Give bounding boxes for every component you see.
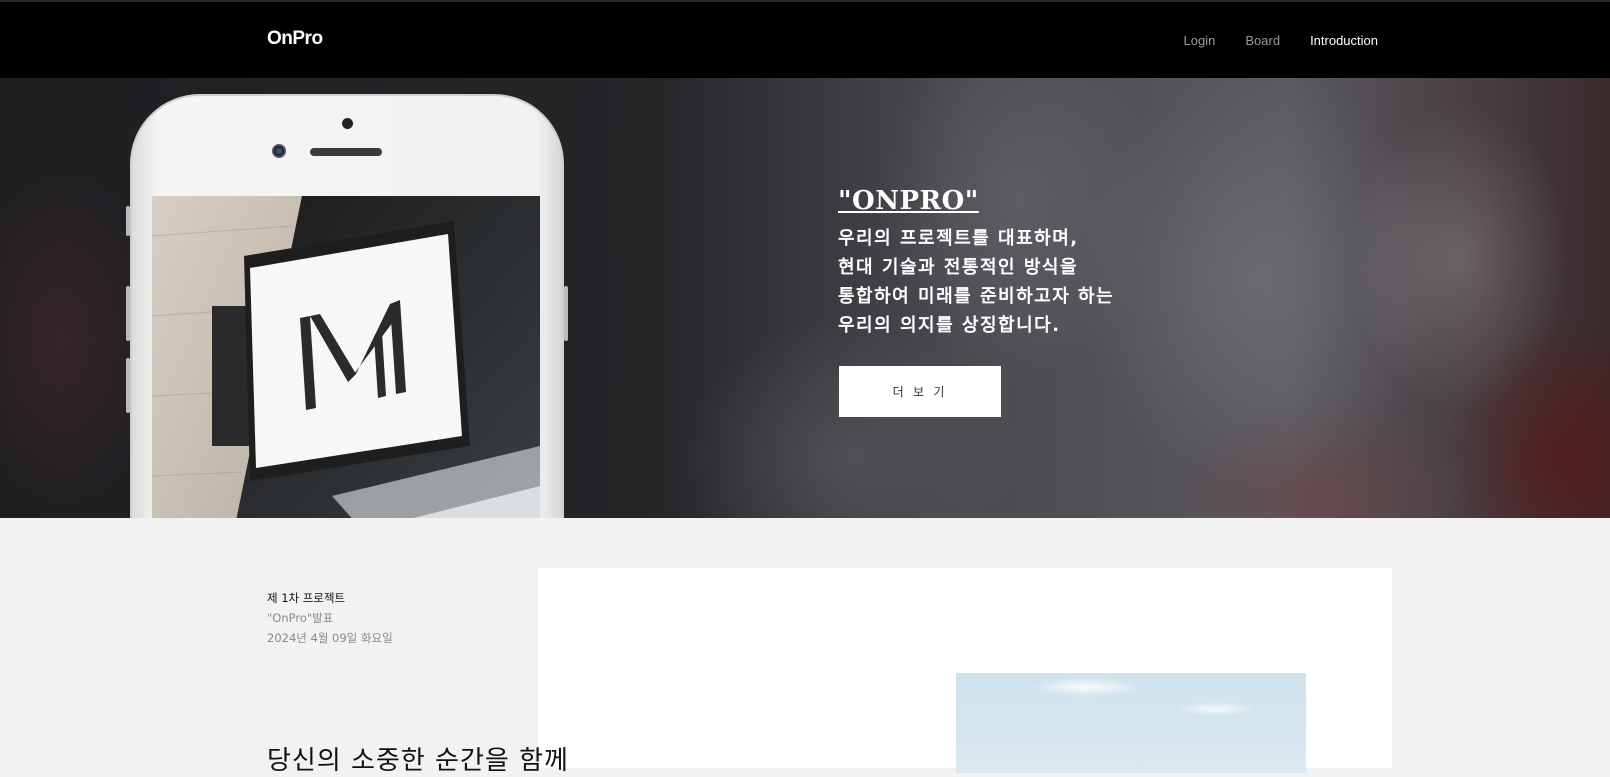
project-round: 제 1차 프로젝트: [267, 591, 346, 605]
phone-speaker: [310, 148, 382, 156]
phone-side-button: [564, 286, 568, 341]
project-date: 2024년 4월 09일 화요일: [267, 631, 393, 645]
hero-title: "ONPRO": [838, 186, 979, 216]
hero-description-line: 통합하여 미래를 준비하고자 하는: [838, 286, 1115, 307]
site-logo[interactable]: OnPro: [267, 28, 323, 50]
nav-board-link[interactable]: Board: [1245, 33, 1280, 48]
nav-login-link[interactable]: Login: [1184, 33, 1216, 48]
more-button[interactable]: 더 보 기: [839, 366, 1001, 417]
signboard-photo: [152, 196, 540, 518]
phone-side-button: [126, 206, 130, 236]
project-meta: 제 1차 프로젝트 "OnPro"발표 2024년 4월 09일 화요일: [267, 588, 393, 648]
phone-sensor: [342, 118, 353, 129]
phone-side-button: [126, 286, 130, 341]
project-name: "OnPro"발표: [267, 611, 334, 625]
hero-banner: "ONPRO" 우리의 프로젝트를 대표하며, 현대 기술과 전통적인 방식을 …: [0, 78, 1610, 518]
hero-description-line: 현대 기술과 전통적인 방식을: [838, 257, 1079, 278]
phone-camera: [272, 144, 286, 158]
hero-text-block: "ONPRO" 우리의 프로젝트를 대표하며, 현대 기술과 전통적인 방식을 …: [838, 186, 1114, 340]
hero-description-line: 우리의 의지를 상징합니다.: [838, 315, 1061, 336]
top-navigation-bar: OnPro Login Board Introduction: [0, 0, 1610, 78]
section-heading: 당신의 소중한 순간을 함께: [267, 746, 569, 776]
phone-side-button: [126, 358, 130, 413]
hero-description-line: 우리의 프로젝트를 대표하며,: [838, 228, 1079, 249]
sky-photo: [956, 673, 1306, 773]
phone-screen-image: [152, 196, 540, 518]
phone-mockup: [126, 94, 568, 518]
nav-introduction-link[interactable]: Introduction: [1310, 33, 1378, 48]
main-nav: Login Board Introduction: [1184, 33, 1378, 48]
